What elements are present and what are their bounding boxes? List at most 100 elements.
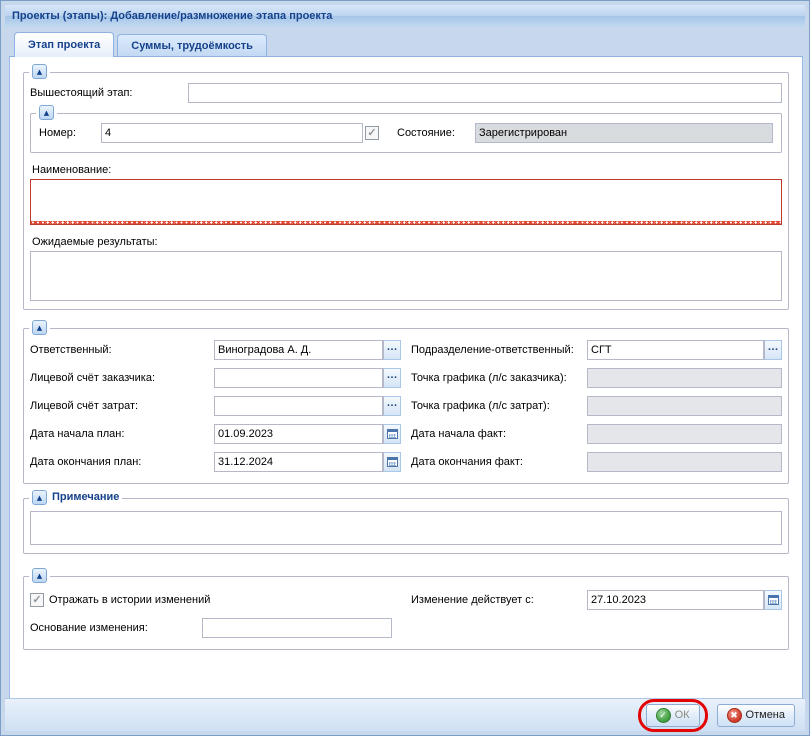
name-field-wrap xyxy=(30,179,782,225)
customer-schedule-point-input xyxy=(587,368,782,388)
details-fieldset: ▲ Ответственный: … Подразделение-ответст… xyxy=(23,328,789,484)
note-fieldset-collapse-button[interactable]: ▲ xyxy=(32,490,47,505)
responsible-input[interactable] xyxy=(214,340,383,360)
start-plan-label: Дата начала план: xyxy=(30,428,214,440)
start-date-row: Дата начала план: Дата начала факт: xyxy=(30,420,782,448)
number-label: Номер: xyxy=(39,127,101,139)
details-fieldset-collapse-button[interactable]: ▲ xyxy=(32,320,47,335)
start-fact-label: Дата начала факт: xyxy=(411,428,587,440)
name-label: Наименование: xyxy=(32,164,782,176)
change-reason-label: Основание изменения: xyxy=(30,622,202,634)
ellipsis-icon: … xyxy=(387,369,398,381)
cost-account-input[interactable] xyxy=(214,396,383,416)
collapse-arrow-icon: ▲ xyxy=(37,494,42,502)
end-fact-label: Дата окончания факт: xyxy=(411,456,587,468)
ellipsis-icon: … xyxy=(387,397,398,409)
parent-stage-label: Вышестоящий этап: xyxy=(30,87,188,99)
invalid-underline xyxy=(31,221,781,224)
change-date-label: Изменение действует с: xyxy=(411,594,587,606)
tab-stage[interactable]: Этап проекта xyxy=(14,32,114,57)
responsible-lookup-button[interactable]: … xyxy=(383,340,401,360)
history-checkbox-label: Отражать в истории изменений xyxy=(49,594,210,606)
cancel-button-label: Отмена xyxy=(746,709,785,721)
check-icon: ✓ xyxy=(367,128,376,139)
history-fieldset-collapse-button[interactable]: ▲ xyxy=(32,568,47,583)
cost-account-label: Лицевой счёт затрат: xyxy=(30,400,214,412)
end-plan-input[interactable] xyxy=(214,452,383,472)
customer-schedule-point-label: Точка графика (л/с заказчика): xyxy=(411,372,587,384)
customer-schedule-point-field xyxy=(587,368,782,388)
department-field: … xyxy=(587,340,782,360)
history-row: ✓ Отражать в истории изменений Изменение… xyxy=(30,586,782,614)
ellipsis-icon: … xyxy=(768,341,779,353)
number-input[interactable] xyxy=(101,123,363,143)
cancel-x-icon: ✖ xyxy=(727,708,742,723)
note-fieldset: ▲ Примечание xyxy=(23,498,789,554)
customer-account-lookup-button[interactable]: … xyxy=(383,368,401,388)
state-input xyxy=(475,123,773,143)
expected-results-textarea[interactable] xyxy=(30,251,782,301)
ok-button-label: ОК xyxy=(675,709,690,721)
window-titlebar: Проекты (этапы): Добавление/размножение … xyxy=(5,5,805,27)
number-state-fieldset-tools: ▲ xyxy=(36,105,57,120)
collapse-arrow-icon: ▲ xyxy=(37,324,42,332)
note-fieldset-tools: ▲ Примечание xyxy=(29,490,122,505)
end-plan-datepicker-button[interactable] xyxy=(383,452,401,472)
end-date-row: Дата окончания план: Дата окончания факт… xyxy=(30,448,782,476)
note-textarea[interactable] xyxy=(30,511,782,545)
check-glyph: ✓ xyxy=(659,711,667,720)
end-fact-input xyxy=(587,452,782,472)
department-label: Подразделение-ответственный: xyxy=(411,344,587,356)
change-reason-row: Основание изменения: xyxy=(30,614,782,642)
cost-schedule-point-input xyxy=(587,396,782,416)
stage-fieldset-collapse-button[interactable]: ▲ xyxy=(32,64,47,79)
form-body: ▲ Вышестоящий этап: ▲ Номер: ✓ xyxy=(9,57,803,699)
customer-account-input[interactable] xyxy=(214,368,383,388)
cost-account-lookup-button[interactable]: … xyxy=(383,396,401,416)
note-fieldset-legend: Примечание xyxy=(52,490,119,505)
history-fieldset-tools: ▲ xyxy=(29,568,50,583)
stage-fieldset-tools: ▲ xyxy=(29,64,50,79)
cross-glyph: ✖ xyxy=(730,711,738,720)
change-reason-input[interactable] xyxy=(202,618,392,638)
cost-schedule-point-field xyxy=(587,396,782,416)
footer-toolbar: ✓ ОК ✖ Отмена xyxy=(5,698,805,731)
customer-account-field: … xyxy=(214,368,401,388)
end-plan-field xyxy=(214,452,401,472)
department-lookup-button[interactable]: … xyxy=(764,340,782,360)
customer-account-label: Лицевой счёт заказчика: xyxy=(30,372,214,384)
name-textarea[interactable] xyxy=(30,179,782,225)
collapse-arrow-icon: ▲ xyxy=(37,68,42,76)
stage-fieldset: ▲ Вышестоящий этап: ▲ Номер: ✓ xyxy=(23,72,789,310)
department-input[interactable] xyxy=(587,340,764,360)
history-fieldset: ▲ ✓ Отражать в истории изменений Изменен… xyxy=(23,576,789,650)
customer-account-row: Лицевой счёт заказчика: … Точка графика … xyxy=(30,364,782,392)
end-plan-label: Дата окончания план: xyxy=(30,456,214,468)
cost-account-row: Лицевой счёт затрат: … Точка графика (л/… xyxy=(30,392,782,420)
start-plan-field xyxy=(214,424,401,444)
tab-bar: Этап проекта Суммы, трудоёмкость xyxy=(9,31,803,57)
change-date-input[interactable] xyxy=(587,590,764,610)
end-fact-field xyxy=(587,452,782,472)
number-state-row: Номер: ✓ Состояние: xyxy=(39,123,773,143)
responsible-label: Ответственный: xyxy=(30,344,214,356)
calendar-icon xyxy=(387,457,398,467)
number-auto-checkbox: ✓ xyxy=(365,126,379,140)
change-date-datepicker-button[interactable] xyxy=(764,590,782,610)
tab-sums[interactable]: Суммы, трудоёмкость xyxy=(117,34,267,56)
number-state-collapse-button[interactable]: ▲ xyxy=(39,105,54,120)
cancel-button[interactable]: ✖ Отмена xyxy=(717,704,795,727)
start-plan-input[interactable] xyxy=(214,424,383,444)
calendar-icon xyxy=(768,595,779,605)
details-fieldset-tools: ▲ xyxy=(29,320,50,335)
window-title: Проекты (этапы): Добавление/размножение … xyxy=(12,10,332,22)
start-plan-datepicker-button[interactable] xyxy=(383,424,401,444)
history-checkbox-group: ✓ Отражать в истории изменений xyxy=(30,593,411,607)
start-fact-input xyxy=(587,424,782,444)
ok-button[interactable]: ✓ ОК xyxy=(646,704,700,727)
responsible-field: … xyxy=(214,340,401,360)
expected-results-label: Ожидаемые результаты: xyxy=(32,236,782,248)
number-state-fieldset: ▲ Номер: ✓ Состояние: xyxy=(30,113,782,153)
ok-check-icon: ✓ xyxy=(656,708,671,723)
parent-stage-input[interactable] xyxy=(188,83,782,103)
